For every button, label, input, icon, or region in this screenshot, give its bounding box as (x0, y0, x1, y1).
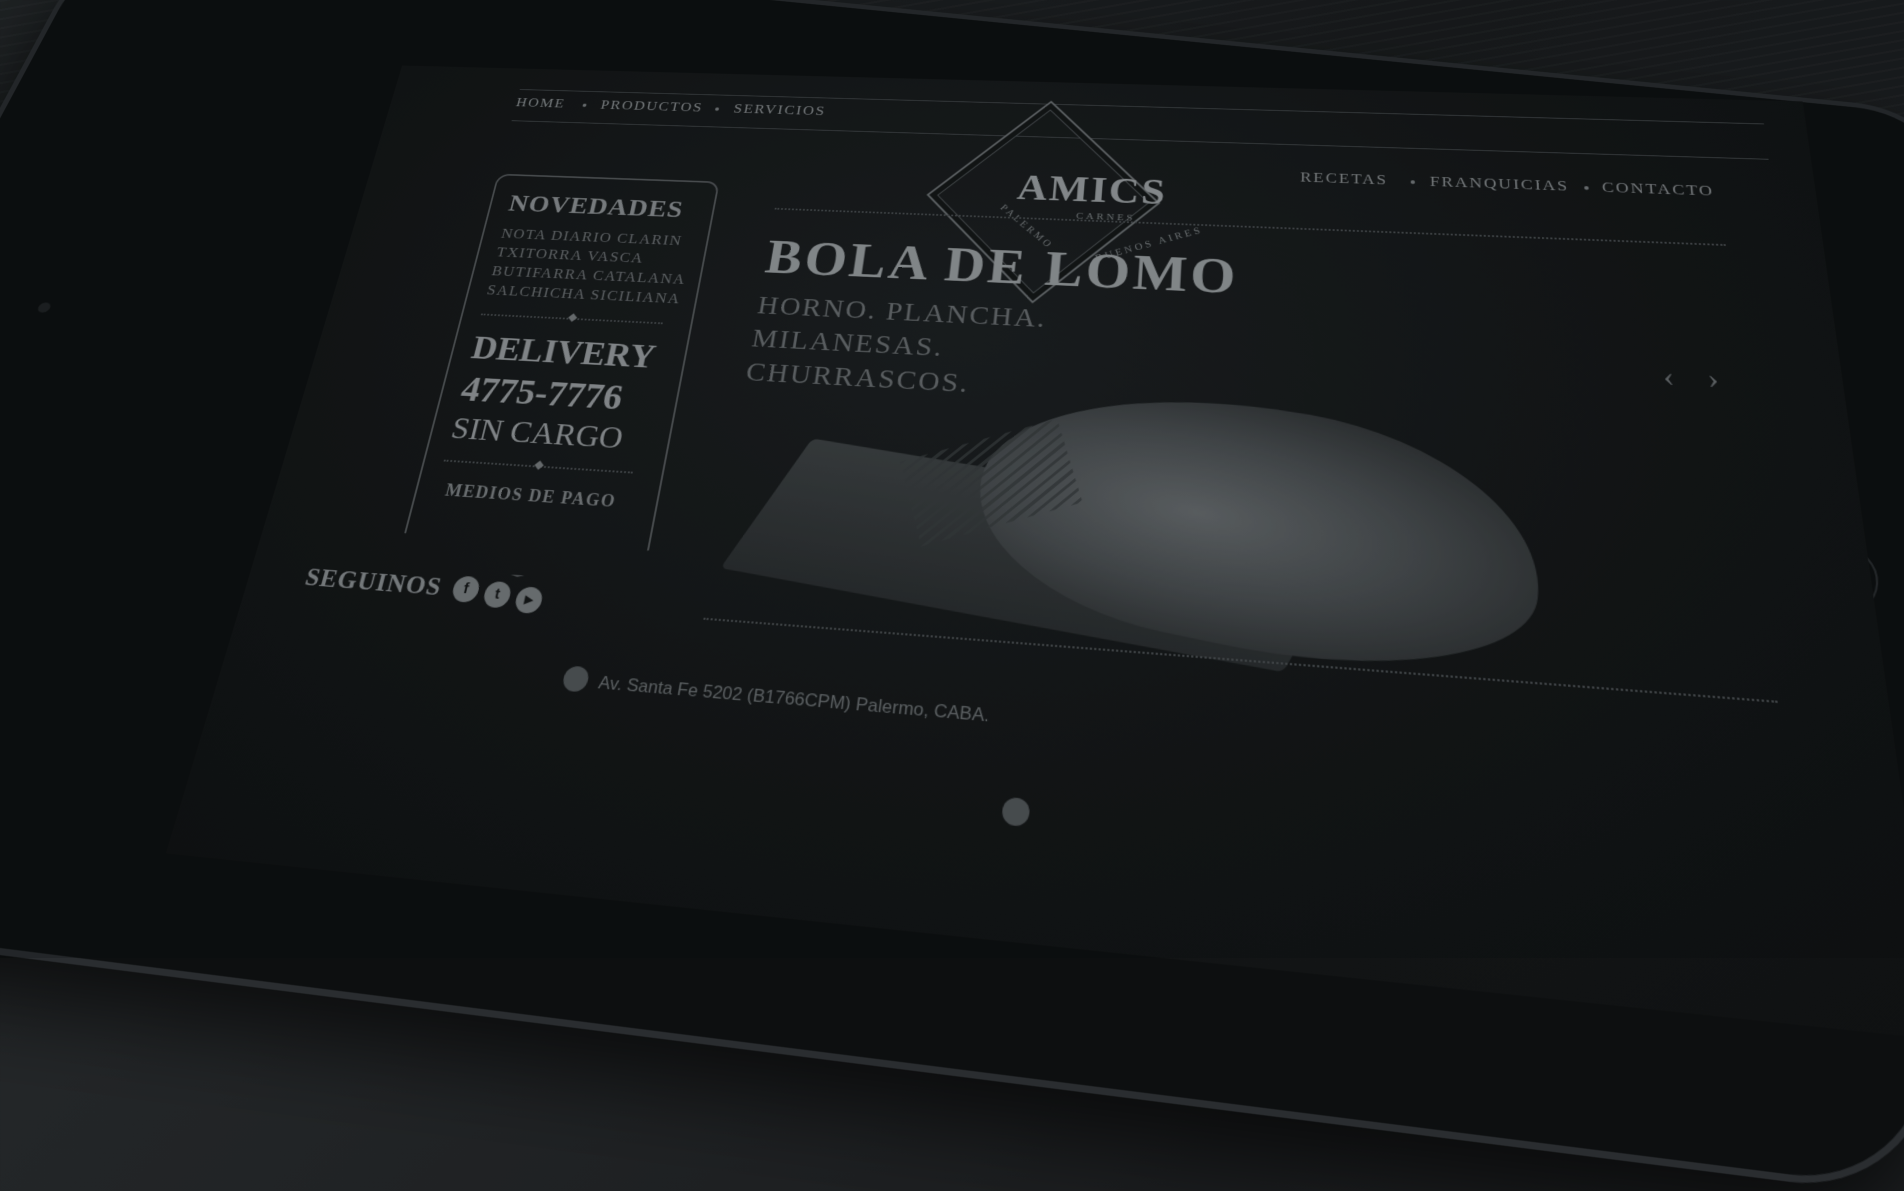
nav-recetas[interactable]: RECETAS (1300, 169, 1388, 189)
nav-franquicias[interactable]: FRANQUICIAS (1430, 173, 1570, 195)
product-use: CHURRASCOS. (743, 356, 972, 399)
nav-servicios[interactable]: SERVICIOS (732, 101, 827, 119)
phone-icon (1001, 796, 1031, 828)
nav-productos[interactable]: PRODUCTOS (599, 97, 704, 115)
youtube-icon[interactable]: ▶ (513, 586, 545, 615)
follow-label: SEGUINOS (302, 562, 445, 602)
facebook-icon[interactable]: f (450, 575, 482, 604)
camera-icon (35, 301, 53, 314)
nav-separator: ● (1583, 183, 1593, 194)
next-arrow-icon[interactable]: › (1706, 363, 1721, 396)
prev-arrow-icon[interactable]: ‹ (1661, 361, 1675, 394)
nav-contacto[interactable]: CONTACTO (1601, 179, 1715, 200)
twitter-icon[interactable]: t (481, 580, 513, 609)
nav-separator: ● (580, 101, 590, 110)
nav-separator: ● (1409, 177, 1418, 188)
website: HOME ● PRODUCTOS ● SERVICIOS RECETAS ● F… (166, 65, 1904, 1040)
nav-separator: ● (713, 105, 723, 114)
product-use: MILANESAS. (749, 323, 946, 363)
location-icon (561, 665, 591, 693)
nav-home[interactable]: HOME (514, 95, 567, 111)
address: Av. Santa Fe 5202 (B1766CPM) Palermo, CA… (596, 672, 991, 726)
